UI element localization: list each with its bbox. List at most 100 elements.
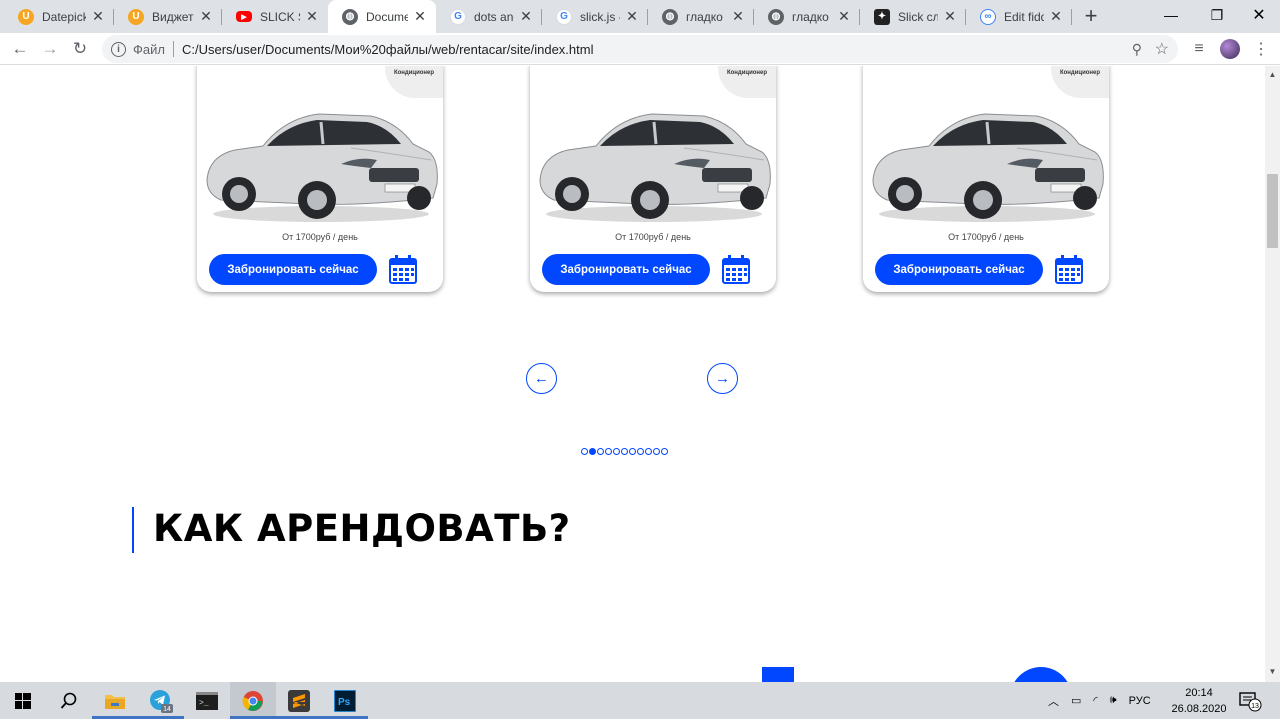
- jsfiddle-icon: ∞: [980, 8, 996, 25]
- book-now-button[interactable]: Забронировать сейчас: [875, 254, 1043, 285]
- tab-slickjs[interactable]: G slick.js - Google ✕: [542, 0, 648, 33]
- close-icon[interactable]: ✕: [942, 8, 958, 25]
- car-card: Кондиционер От 1700руб / день Заброниров…: [530, 66, 776, 292]
- tab-title: гладко -: [686, 9, 726, 24]
- scrollbar-thumb[interactable]: [1267, 174, 1278, 248]
- close-icon[interactable]: ✕: [624, 8, 640, 25]
- browser-tab-strip: U Datepicker ✕ U Виджет Datepicker ✕ ▶ S…: [0, 0, 1280, 33]
- close-icon[interactable]: ✕: [730, 8, 746, 25]
- close-icon[interactable]: ✕: [198, 8, 214, 25]
- minimize-button[interactable]: —: [1148, 0, 1194, 30]
- tab-document-active[interactable]: ◍ Document ✕: [328, 0, 436, 33]
- slider-dot[interactable]: [629, 448, 636, 455]
- photoshop-icon[interactable]: Ps: [322, 682, 368, 719]
- slider-dot[interactable]: [613, 448, 620, 455]
- taskbar-clock[interactable]: 20:14 26.08.2020: [1170, 685, 1228, 717]
- tab-title: slick.js - Google: [580, 9, 620, 24]
- youtube-icon: ▶: [236, 11, 252, 22]
- search-icon[interactable]: [46, 682, 92, 719]
- close-icon[interactable]: ✕: [412, 8, 428, 25]
- address-url[interactable]: C:/Users/user/Documents/Мои%20файлы/web/…: [182, 42, 594, 57]
- language-indicator[interactable]: РУС: [1129, 695, 1151, 707]
- tab-slick-slider-youtube[interactable]: ▶ SLICK SLIDER ✕: [222, 0, 328, 33]
- tab-gladko-2[interactable]: ◍ гладко - ✕: [754, 0, 860, 33]
- tab-title: Edit fiddle: [1004, 9, 1044, 24]
- slider-dot[interactable]: [605, 448, 612, 455]
- close-icon[interactable]: ✕: [836, 8, 852, 25]
- new-tab-button[interactable]: +: [1078, 4, 1104, 30]
- slider-prev-button[interactable]: ←: [526, 363, 557, 394]
- telegram-icon[interactable]: 14: [138, 682, 184, 719]
- maximize-button[interactable]: ❐: [1194, 0, 1240, 30]
- svg-text:Ps: Ps: [338, 697, 351, 708]
- slider-dot[interactable]: [645, 448, 652, 455]
- slider-dot[interactable]: [581, 448, 588, 455]
- wifi-icon[interactable]: ◜: [1093, 694, 1097, 707]
- calendar-icon[interactable]: [1054, 255, 1084, 284]
- slider-dot[interactable]: [653, 448, 660, 455]
- page-scrollbar[interactable]: ▲ ▼: [1265, 66, 1280, 682]
- slider-dot[interactable]: [637, 448, 644, 455]
- calendar-icon[interactable]: [388, 255, 418, 284]
- google-icon: G: [450, 8, 466, 25]
- tab-title: Виджет Datepicker: [152, 9, 194, 24]
- page-viewport: Кондиционер От 1700руб / день Заброниров…: [0, 66, 1265, 682]
- tab-edit-fiddle[interactable]: ∞ Edit fiddle ✕: [966, 0, 1072, 33]
- slider-dot[interactable]: [661, 448, 668, 455]
- close-icon[interactable]: ✕: [90, 8, 106, 25]
- chrome-icon[interactable]: [230, 682, 276, 719]
- slider-dot[interactable]: [621, 448, 628, 455]
- sublime-text-icon[interactable]: [276, 682, 322, 719]
- bookmark-star-icon[interactable]: ☆: [1155, 39, 1169, 59]
- address-divider: [172, 41, 174, 57]
- tab-gladko-1[interactable]: ◍ гладко - ✕: [648, 0, 754, 33]
- car-card: Кондиционер От 1700руб / день Заброниров…: [863, 66, 1109, 292]
- slider-next-button[interactable]: →: [707, 363, 738, 394]
- chevron-up-icon[interactable]: ︿: [1048, 693, 1059, 709]
- reload-button[interactable]: ↻: [68, 37, 92, 61]
- notifications-button[interactable]: 13: [1238, 682, 1262, 719]
- book-now-button[interactable]: Забронировать сейчас: [209, 254, 377, 285]
- terminal-icon[interactable]: >_: [184, 682, 230, 719]
- close-icon[interactable]: ✕: [1048, 8, 1064, 25]
- windows-start-icon[interactable]: [0, 682, 46, 719]
- profile-button[interactable]: [1218, 37, 1242, 61]
- menu-kebab-icon[interactable]: ⋮: [1249, 37, 1273, 61]
- step-decoration-circle: [1010, 667, 1072, 682]
- google-icon: G: [556, 8, 572, 25]
- tab-dots-and-arrows[interactable]: G dots and arrows ✕: [436, 0, 542, 33]
- zoom-icon[interactable]: ⚲: [1132, 41, 1142, 58]
- globe-icon: ◍: [768, 8, 784, 25]
- tab-title: Slick слайдер: [898, 9, 938, 24]
- tab-datepicker[interactable]: U Datepicker ✕: [4, 0, 114, 33]
- browser-toolbar: ← → ↻ i Файл C:/Users/user/Documents/Мои…: [0, 33, 1280, 65]
- tab-slick-slider-ru[interactable]: ✦ Slick слайдер ✕: [860, 0, 966, 33]
- slider-dot[interactable]: [597, 448, 604, 455]
- slider-dot-active[interactable]: [589, 448, 596, 455]
- calendar-icon[interactable]: [721, 255, 751, 284]
- section-title: КАК АРЕНДОВАТЬ?: [153, 507, 571, 550]
- forward-button[interactable]: →: [38, 37, 62, 61]
- media-control-icon[interactable]: ≡: [1187, 37, 1211, 61]
- scroll-down-icon[interactable]: ▼: [1268, 667, 1277, 677]
- car-image: [872, 113, 1104, 222]
- avatar: [1220, 39, 1240, 59]
- close-window-button[interactable]: ✕: [1236, 0, 1280, 30]
- address-bar[interactable]: i Файл C:/Users/user/Documents/Мои%20фай…: [102, 35, 1178, 63]
- close-icon[interactable]: ✕: [304, 8, 320, 25]
- slick-icon: ✦: [874, 8, 890, 25]
- file-explorer-icon[interactable]: [92, 682, 138, 719]
- tab-title: dots and arrows: [474, 9, 514, 24]
- price-text: От 1700руб / день: [615, 232, 691, 242]
- scroll-up-icon[interactable]: ▲: [1268, 70, 1277, 80]
- book-now-button[interactable]: Забронировать сейчас: [542, 254, 710, 285]
- globe-icon: ◍: [662, 8, 678, 25]
- tab-widget-datepicker[interactable]: U Виджет Datepicker ✕: [114, 0, 222, 33]
- volume-icon[interactable]: 🕪: [1110, 694, 1117, 707]
- back-button[interactable]: ←: [8, 37, 32, 61]
- battery-icon[interactable]: ▭: [1071, 694, 1081, 707]
- info-icon[interactable]: i: [111, 41, 126, 57]
- clock-time: 20:14: [1185, 687, 1213, 699]
- car-image: [539, 113, 771, 222]
- close-icon[interactable]: ✕: [518, 8, 534, 25]
